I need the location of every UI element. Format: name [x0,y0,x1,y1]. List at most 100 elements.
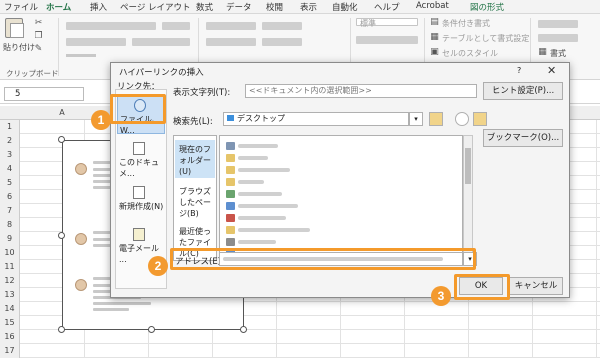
scroll-thumb[interactable] [465,148,471,184]
display-text-label: 表示文字列(T): [173,88,231,98]
row-header[interactable]: 16 [0,330,20,344]
tab-shape-format[interactable]: 図の形式 [470,1,504,13]
nav-browsed-pages[interactable]: ブラウズしたページ(B) [175,182,215,218]
row-header[interactable]: 1 [0,120,20,134]
tab-acrobat[interactable]: Acrobat [416,1,449,11]
delete-cells-button[interactable] [538,34,578,42]
avatar [75,279,87,291]
row-header[interactable]: 8 [0,218,20,232]
row-header[interactable]: 12 [0,274,20,288]
alignment-buttons[interactable] [206,22,256,30]
grid-line [20,343,600,344]
new-document-icon [133,186,145,199]
nav-current-folder[interactable]: 現在のフォルダー(U) [175,140,215,178]
chevron-down-icon[interactable]: ▾ [409,112,423,126]
insert-cells-button[interactable] [538,20,578,28]
avatar [75,233,87,245]
wrap-text-button[interactable] [262,22,302,30]
conditional-format-icon: ▤ [430,17,439,27]
step-badge-3: 3 [431,286,451,306]
alignment-buttons-2[interactable] [206,38,256,46]
screen-tip-button[interactable]: ヒント設定(P)... [483,82,563,100]
row-header[interactable]: 11 [0,260,20,274]
resize-handle[interactable] [58,136,65,143]
row-header[interactable]: 13 [0,288,20,302]
tab-review[interactable]: 校閲 [266,1,283,13]
grid-line [596,120,597,358]
clipboard-group-label: クリップボード [6,69,59,78]
cut-icon[interactable]: ✂ [34,19,43,28]
link-to-this-document[interactable]: このドキュメ... [117,142,165,178]
format-cells-icon: ▦ [538,47,547,57]
tab-formulas[interactable]: 数式 [196,1,213,13]
number-format-value: 標準 [360,19,376,28]
row-header[interactable]: 2 [0,134,20,148]
display-text-field[interactable]: <<ドキュメント内の選択範囲>> [245,84,477,98]
cell-styles-button[interactable]: セルのスタイル [442,48,498,59]
document-icon [133,142,145,155]
tab-file[interactable]: ファイル [4,1,38,13]
font-size-box[interactable] [162,22,190,30]
row-header[interactable]: 14 [0,302,20,316]
ribbon-separator [58,18,59,76]
search-in-dropdown[interactable]: デスクトップ [223,112,409,126]
resize-handle[interactable] [58,232,65,239]
link-item-label: 新規作成(N) [119,202,164,211]
copy-icon[interactable]: ❐ [34,32,43,41]
name-box-value: 5 [15,89,21,99]
column-header-a[interactable]: A [32,108,92,117]
tab-help[interactable]: ヘルプ [374,1,400,13]
font-name-box[interactable] [66,22,156,30]
paste-icon[interactable] [5,18,24,38]
blurred-text [93,302,151,305]
resize-handle[interactable] [240,326,247,333]
avatar [75,163,87,175]
paste-label[interactable]: 貼り付け [3,42,35,53]
cancel-button[interactable]: キャンセル [509,277,563,295]
help-button[interactable]: ? [517,66,521,75]
row-header[interactable]: 10 [0,246,20,260]
row-header[interactable]: 4 [0,162,20,176]
step-badge-1: 1 [91,110,111,130]
bookmark-button[interactable]: ブックマーク(O)... [483,129,563,147]
row-header[interactable]: 7 [0,204,20,218]
format-painter-icon[interactable]: ✎ [34,45,43,54]
folder-up-icon[interactable] [429,112,443,126]
tab-data[interactable]: データ [226,1,252,13]
format-as-table-button[interactable]: テーブルとして書式設定 [442,33,529,44]
cell-styles-icon: ▣ [430,47,439,57]
tab-insert[interactable]: 挿入 [90,1,107,13]
name-box[interactable]: 5 [4,87,84,101]
link-to-new-document[interactable]: 新規作成(N) [117,186,165,222]
search-web-icon[interactable] [455,112,469,126]
row-header[interactable]: 5 [0,176,20,190]
tab-page-layout[interactable]: ページ レイアウト [120,1,191,13]
resize-handle[interactable] [148,326,155,333]
dialog-title: ハイパーリンクの挿入 [119,68,204,78]
format-cells-button[interactable]: 書式 [550,48,566,59]
conditional-format-button[interactable]: 条件付き書式 [442,18,490,29]
browse-file-icon[interactable] [473,112,487,126]
row-header[interactable]: 3 [0,148,20,162]
table-format-icon: ▦ [430,32,439,42]
row-header[interactable]: 9 [0,232,20,246]
highlight-ok [454,274,510,300]
search-in-label: 検索先(L): [173,117,213,127]
font-color-buttons[interactable] [132,38,190,46]
merge-center-button[interactable] [262,38,302,46]
row-header[interactable]: 6 [0,190,20,204]
tab-automate[interactable]: 自動化 [332,1,358,13]
close-icon[interactable]: ✕ [547,64,556,77]
font-style-buttons[interactable] [66,38,126,46]
file-list-scrollbar[interactable] [463,135,473,261]
row-header[interactable]: 15 [0,316,20,330]
resize-handle[interactable] [58,326,65,333]
row-header[interactable]: 17 [0,344,20,358]
file-list[interactable] [219,135,463,261]
display-text-value: <<ドキュメント内の選択範囲>> [249,86,372,95]
folder-icon [227,115,234,121]
tab-view[interactable]: 表示 [300,1,317,13]
highlight-link-to-file [110,94,166,124]
number-format-buttons[interactable] [356,36,418,44]
link-item-label: このドキュメ... [119,158,159,178]
